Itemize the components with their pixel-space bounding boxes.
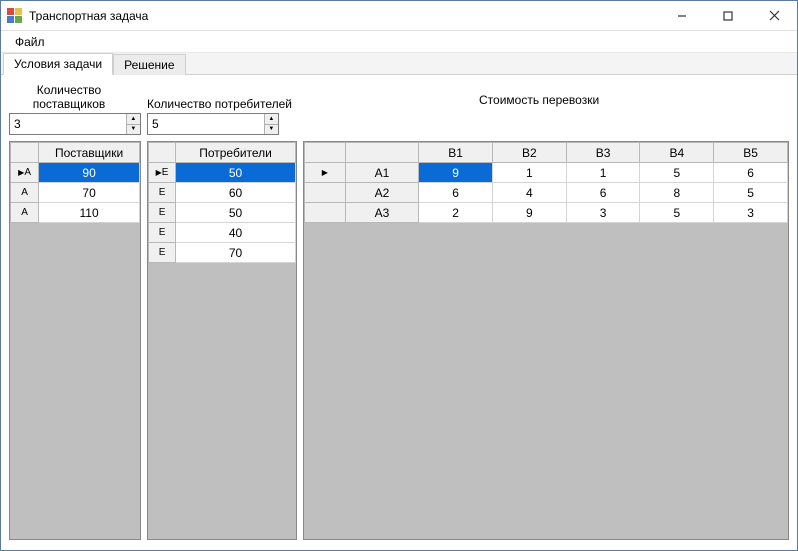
cell[interactable]: 6 [714,163,788,183]
row-header[interactable]: E [149,223,176,243]
row-header[interactable]: A [11,183,39,203]
corner-cell [149,143,176,163]
window-title: Транспортная задача [29,9,659,23]
corner-cell [305,143,346,163]
cell[interactable]: 50 [176,203,296,223]
cell[interactable]: 1 [566,163,640,183]
row-selector[interactable] [305,183,346,203]
row-label[interactable]: A1 [345,163,419,183]
maximize-icon [723,11,733,21]
row-header[interactable]: E [149,243,176,263]
tab-conditions[interactable]: Условия задачи [3,53,113,75]
grids-row: Поставщики A 90 A 70 A 110 [9,141,789,540]
cell[interactable]: 8 [640,183,714,203]
consumers-grid[interactable]: Потребители E 50 E 60 E 50 E [147,141,297,540]
suppliers-down-button[interactable]: ▼ [127,125,140,135]
row-header[interactable]: A [11,203,39,223]
consumers-down-button[interactable]: ▼ [265,125,278,135]
menubar: Файл [1,31,797,53]
suppliers-input[interactable] [10,114,126,134]
suppliers-grid[interactable]: Поставщики A 90 A 70 A 110 [9,141,141,540]
table-row[interactable]: A 110 [11,203,140,223]
consumers-header[interactable]: Потребители [176,143,296,163]
cell[interactable]: 4 [493,183,567,203]
tabstrip: Условия задачи Решение [1,53,797,75]
table-row[interactable]: E 70 [149,243,296,263]
row-header[interactable]: E [149,163,176,183]
cell[interactable]: 9 [493,203,567,223]
corner-cell [11,143,39,163]
table-row[interactable]: E 50 [149,203,296,223]
window-controls [659,1,797,30]
cost-label-row: Стоимость перевозки [9,93,789,111]
app-window: Транспортная задача Файл Условия задачи … [0,0,798,551]
cell[interactable]: 60 [176,183,296,203]
row-header[interactable]: E [149,203,176,223]
cell[interactable]: 110 [39,203,140,223]
cell[interactable]: 1 [493,163,567,183]
tab-solution[interactable]: Решение [113,54,185,75]
menu-file[interactable]: Файл [7,33,53,51]
table-row[interactable]: A 70 [11,183,140,203]
suppliers-up-button[interactable]: ▲ [127,114,140,125]
suppliers-numeric[interactable]: ▲ ▼ [9,113,141,135]
cell[interactable]: 40 [176,223,296,243]
cell[interactable]: 9 [419,163,493,183]
app-icon [7,8,23,24]
suppliers-header[interactable]: Поставщики [39,143,140,163]
cell[interactable]: 50 [176,163,296,183]
consumers-numeric[interactable]: ▲ ▼ [147,113,279,135]
suppliers-spinner: ▲ ▼ [126,114,140,134]
cell[interactable]: 5 [714,183,788,203]
table-row[interactable]: A2 6 4 6 8 5 [305,183,788,203]
cell[interactable]: 70 [39,183,140,203]
cell[interactable]: 2 [419,203,493,223]
row-label[interactable]: A2 [345,183,419,203]
cost-table: B1 B2 B3 B4 B5 A1 9 1 1 5 6 [304,142,788,223]
cell[interactable]: 3 [566,203,640,223]
col-header[interactable]: B5 [714,143,788,163]
row-selector[interactable] [305,163,346,183]
row-header[interactable]: E [149,183,176,203]
maximize-button[interactable] [705,1,751,30]
cell[interactable]: 3 [714,203,788,223]
table-row[interactable]: E 60 [149,183,296,203]
label-cost-title: Стоимость перевозки [479,93,599,111]
close-button[interactable] [751,1,797,30]
cost-grid[interactable]: B1 B2 B3 B4 B5 A1 9 1 1 5 6 [303,141,789,540]
consumers-input[interactable] [148,114,264,134]
tab-content: Количество поставщиков Количество потреб… [1,75,797,550]
corner-cell [345,143,419,163]
suppliers-table: Поставщики A 90 A 70 A 110 [10,142,140,223]
col-header[interactable]: B4 [640,143,714,163]
table-row[interactable]: A1 9 1 1 5 6 [305,163,788,183]
close-icon [769,10,780,21]
col-header[interactable]: B3 [566,143,640,163]
table-row[interactable]: A3 2 9 3 5 3 [305,203,788,223]
titlebar: Транспортная задача [1,1,797,31]
row-label[interactable]: A3 [345,203,419,223]
cell[interactable]: 5 [640,163,714,183]
minimize-icon [677,11,687,21]
table-row[interactable]: E 40 [149,223,296,243]
cell[interactable]: 5 [640,203,714,223]
consumers-spinner: ▲ ▼ [264,114,278,134]
consumers-up-button[interactable]: ▲ [265,114,278,125]
row-selector[interactable] [305,203,346,223]
cell[interactable]: 90 [39,163,140,183]
table-row[interactable]: A 90 [11,163,140,183]
col-header[interactable]: B2 [493,143,567,163]
spinners-row: ▲ ▼ ▲ ▼ [9,113,789,135]
col-header[interactable]: B1 [419,143,493,163]
cell[interactable]: 6 [419,183,493,203]
minimize-button[interactable] [659,1,705,30]
cell[interactable]: 6 [566,183,640,203]
row-header[interactable]: A [11,163,39,183]
table-row[interactable]: E 50 [149,163,296,183]
consumers-table: Потребители E 50 E 60 E 50 E [148,142,296,263]
cell[interactable]: 70 [176,243,296,263]
